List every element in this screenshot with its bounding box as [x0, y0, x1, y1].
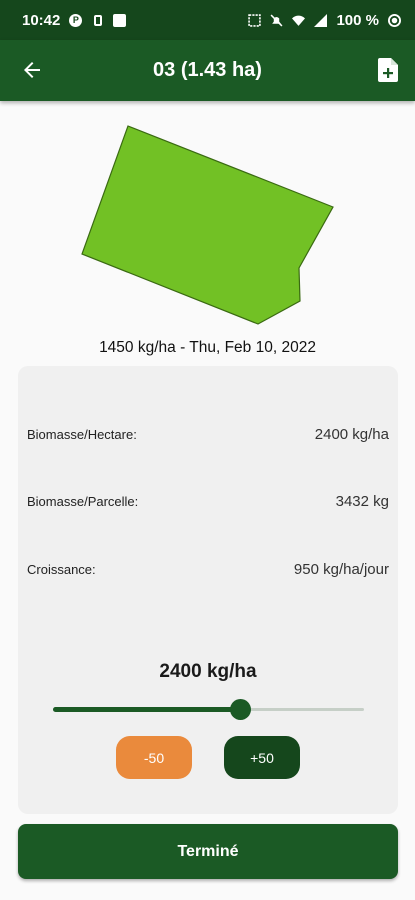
wifi-icon	[292, 15, 306, 26]
parcel-caption: 1450 kg/ha - Thu, Feb 10, 2022	[99, 339, 316, 356]
stat-label: Croissance:	[27, 562, 96, 577]
phone-icon	[91, 14, 104, 27]
stat-value: 950 kg/ha/jour	[293, 561, 389, 578]
parcel-polygon	[81, 125, 334, 325]
status-time: 10:42	[22, 11, 61, 29]
arrow-back-icon[interactable]	[20, 58, 44, 82]
stat-label: Biomasse/Hectare:	[27, 427, 137, 442]
image-icon	[113, 13, 127, 27]
status-bar-left: 10:42 P	[22, 11, 127, 29]
minus-50-button[interactable]: -50	[116, 736, 192, 779]
battery-percent: 100 %	[336, 11, 379, 29]
slider-thumb[interactable]	[229, 699, 251, 720]
biomass-slider[interactable]	[53, 699, 364, 720]
stat-value: 3432 kg	[335, 493, 389, 510]
slider-fill	[53, 707, 240, 712]
stat-value: 2400 kg/ha	[314, 426, 389, 443]
file-add-icon[interactable]	[377, 58, 399, 82]
parcel-shape-fill	[81, 125, 334, 325]
signal-icon	[314, 13, 328, 27]
plus-50-button[interactable]: +50	[224, 736, 300, 779]
app-bar: 03 (1.43 ha)	[0, 40, 415, 101]
network-icon	[248, 13, 262, 27]
stat-row-biomass-parcel: Biomasse/Parcelle: 3432 kg	[27, 493, 389, 510]
stat-row-biomass-hectare: Biomasse/Hectare: 2400 kg/ha	[27, 426, 389, 443]
notification-icon: P	[69, 13, 83, 27]
stat-label: Biomasse/Parcelle:	[27, 494, 139, 509]
current-biomass-value: 2400 kg/ha	[159, 661, 257, 682]
status-bar-right: 100 %	[248, 12, 401, 29]
stat-row-growth: Croissance: 950 kg/ha/jour	[27, 561, 389, 578]
done-button[interactable]: Terminé	[18, 824, 398, 879]
status-bar: 10:42 P 100 %	[0, 0, 415, 40]
battery-icon	[388, 13, 401, 27]
mute-icon	[271, 14, 283, 26]
page-title: 03 (1.43 ha)	[153, 59, 262, 81]
biomass-card: Biomasse/Hectare: 2400 kg/ha Biomasse/Pa…	[18, 366, 398, 814]
